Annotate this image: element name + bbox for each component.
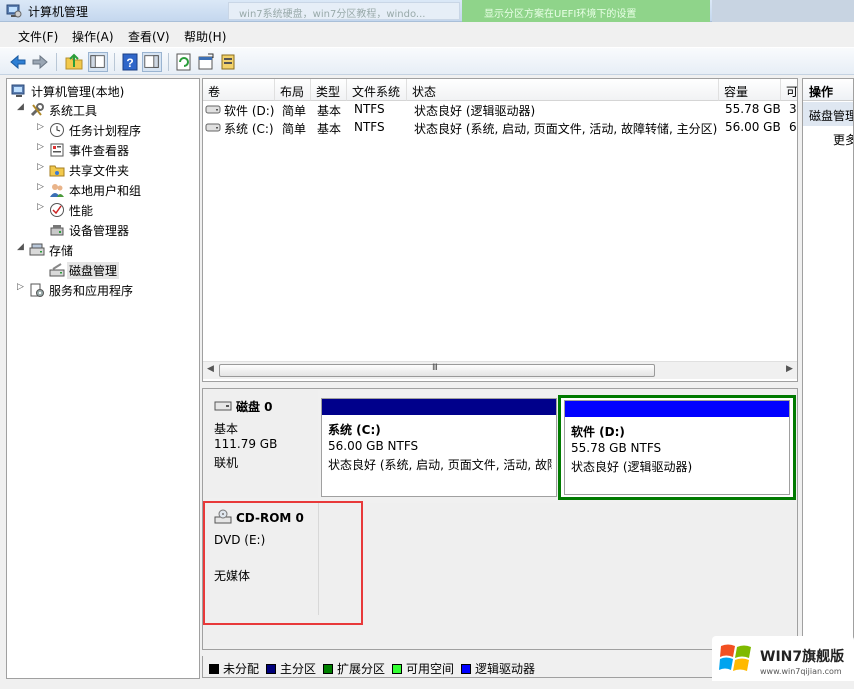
computer-management-icon	[6, 4, 22, 18]
legend-swatch	[209, 664, 219, 674]
computer-management-icon	[11, 84, 25, 97]
actions-header: 操作	[803, 79, 853, 101]
menu-bar: 文件(F) 操作(A) 查看(V) 帮助(H)	[0, 24, 854, 46]
disk-graphical-view: 磁盘 0 基本 111.79 GB 联机 系统 (C:) 56.00 GB NT…	[202, 388, 798, 650]
column-header-filesystem[interactable]: 文件系统	[347, 79, 407, 101]
menu-help[interactable]: 帮助(H)	[184, 28, 226, 45]
back-arrow-icon[interactable]	[8, 52, 28, 72]
menu-action[interactable]: 操作(A)	[72, 28, 114, 45]
action-disk-management[interactable]: 磁盘管理	[803, 102, 853, 126]
title-bar: 计算机管理 win7系统硬盘，win7分区教程，windo... 显示分区方案在…	[0, 0, 854, 22]
scrollbar-grip: III	[432, 363, 438, 373]
legend-swatch	[392, 664, 402, 674]
device-manager-icon	[50, 225, 64, 236]
collapse-triangle-icon[interactable]: ◢	[17, 102, 27, 112]
background-tab[interactable]: win7系统硬盘，win7分区教程，windo...	[228, 2, 460, 20]
shared-folder-icon	[49, 165, 65, 177]
expand-triangle-icon[interactable]: ▷	[37, 182, 47, 192]
legend-extended: 扩展分区	[323, 660, 385, 677]
background-tab-active[interactable]: 显示分区方案在UEFI环境下的设置	[462, 0, 710, 22]
performance-icon	[50, 203, 64, 217]
expand-triangle-icon[interactable]: ▷	[37, 162, 47, 172]
column-header-free[interactable]: 可	[781, 79, 797, 101]
scroll-right-arrow-icon[interactable]: ▶	[786, 364, 793, 374]
show-action-pane-icon[interactable]	[142, 52, 162, 72]
column-header-layout[interactable]: 布局	[275, 79, 311, 101]
partition-d[interactable]: 软件 (D:) 55.78 GB NTFS 状态良好 (逻辑驱动器)	[564, 400, 790, 495]
status-bar	[0, 681, 854, 689]
partition-d-bar	[565, 401, 789, 417]
scroll-left-arrow-icon[interactable]: ◀	[207, 364, 214, 374]
legend-swatch	[461, 664, 471, 674]
drive-icon	[205, 123, 221, 132]
refresh-icon[interactable]	[174, 52, 194, 72]
column-header-volume[interactable]: 卷	[203, 79, 275, 101]
legend-logical-drive: 逻辑驱动器	[461, 660, 535, 677]
legend-swatch	[323, 664, 333, 674]
watermark-brand: WIN7旗舰版	[760, 649, 845, 665]
menu-file[interactable]: 文件(F)	[18, 28, 58, 45]
column-header-capacity[interactable]: 容量	[719, 79, 781, 101]
scrollbar-thumb[interactable]: III	[219, 363, 655, 377]
window-title: 计算机管理	[28, 5, 89, 19]
expand-triangle-icon[interactable]: ▷	[37, 202, 47, 212]
actions-pane: 操作 磁盘管理 更多	[802, 78, 854, 679]
legend-primary: 主分区	[266, 660, 316, 677]
table-row[interactable]: 软件 (D:) 简单 基本 NTFS 状态良好 (逻辑驱动器) 55.78 GB…	[203, 101, 797, 119]
disk-management-icon	[49, 263, 65, 277]
legend-unallocated: 未分配	[209, 660, 259, 677]
partition-c[interactable]: 系统 (C:) 56.00 GB NTFS 状态良好 (系统, 启动, 页面文件…	[321, 398, 557, 497]
legend: 未分配 主分区 扩展分区 可用空间 逻辑驱动器	[202, 656, 798, 678]
event-viewer-icon	[50, 143, 64, 157]
expand-triangle-icon[interactable]: ▷	[17, 282, 27, 292]
properties-icon[interactable]	[196, 52, 216, 72]
legend-free-space: 可用空间	[392, 660, 454, 677]
watermark: WIN7旗舰版 www.win7qijian.com	[712, 636, 854, 686]
system-tools-icon	[30, 103, 44, 117]
expand-triangle-icon[interactable]: ▷	[37, 122, 47, 132]
console-tree: 计算机管理(本地) ◢ 系统工具 ▷ 任务计划程序 ▷ 事件查看器 ▷ 共享文件…	[6, 78, 200, 679]
expand-triangle-icon[interactable]: ▷	[37, 142, 47, 152]
clock-icon	[50, 123, 64, 137]
disk-settings-icon[interactable]	[218, 52, 238, 72]
column-header-type[interactable]: 类型	[311, 79, 347, 101]
forward-arrow-icon[interactable]	[30, 52, 50, 72]
users-icon	[50, 184, 64, 197]
toolbar: ?	[0, 47, 854, 75]
watermark-url: www.win7qijian.com	[760, 667, 842, 676]
disk-0-label[interactable]: 磁盘 0 基本 111.79 GB 联机	[204, 390, 318, 498]
windows-logo-icon	[719, 644, 751, 671]
horizontal-scrollbar[interactable]: ◀ III ▶	[203, 361, 797, 379]
legend-swatch	[266, 664, 276, 674]
volume-list: 卷 布局 类型 文件系统 状态 容量 可 软件 (D:) 简单 基本 NTFS …	[202, 78, 798, 382]
table-row[interactable]: 系统 (C:) 简单 基本 NTFS 状态良好 (系统, 启动, 页面文件, 活…	[203, 119, 797, 137]
services-icon	[30, 283, 44, 297]
partition-d-selection[interactable]: 软件 (D:) 55.78 GB NTFS 状态良好 (逻辑驱动器)	[558, 395, 796, 500]
collapse-triangle-icon[interactable]: ◢	[17, 242, 27, 252]
partition-c-bar	[322, 399, 556, 415]
drive-icon	[205, 105, 221, 114]
help-icon[interactable]: ?	[120, 52, 140, 72]
up-folder-icon[interactable]	[64, 52, 84, 72]
background-window-edge	[712, 0, 854, 22]
storage-icon	[29, 243, 45, 256]
highlight-annotation	[203, 501, 363, 625]
svg-text:?: ?	[126, 56, 133, 70]
show-console-tree-icon[interactable]	[88, 52, 108, 72]
menu-view[interactable]: 查看(V)	[128, 28, 170, 45]
column-header-status[interactable]: 状态	[407, 79, 719, 101]
action-more[interactable]: 更多	[833, 131, 853, 148]
